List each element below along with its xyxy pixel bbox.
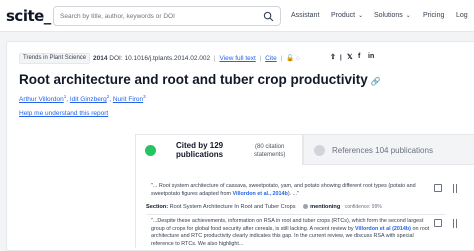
author-link[interactable]: Arthur Villordon	[19, 96, 64, 103]
article-meta: 2014 DOI: 10.1016/j.tplants.2014.02.002 …	[93, 54, 300, 62]
author-link[interactable]: Idit Ginzberg	[70, 96, 107, 103]
separator: |	[280, 55, 283, 62]
nav-login[interactable]: Log	[456, 12, 468, 19]
tab-references[interactable]: References 104 publications	[303, 134, 474, 165]
nav-assistant[interactable]: Assistant	[291, 12, 319, 19]
author-link[interactable]: Nurit Firon	[113, 96, 143, 103]
facebook-icon[interactable]: f	[358, 53, 360, 60]
cite-link[interactable]: Cite	[265, 55, 277, 62]
citation-excerpt: "...Despite these achievements, informat…	[151, 218, 430, 247]
references-label: References 104 publications	[332, 146, 433, 155]
linkedin-icon[interactable]: in	[368, 53, 374, 60]
mentioning-badge[interactable]: mentioning	[303, 204, 340, 210]
journal-badge[interactable]: Trends in Plant Science	[19, 53, 91, 64]
separator: |	[213, 55, 216, 62]
search-icon[interactable]	[263, 11, 274, 22]
top-navigation-bar: scite_ Assistant Product⌄ Solutions⌄ Pri…	[0, 0, 474, 32]
help-understand-link[interactable]: Help me understand this report	[19, 110, 108, 117]
chevron-down-icon: ⌄	[358, 13, 364, 19]
cited-by-label: Cited by 129 publications	[176, 141, 224, 159]
quote-icon	[145, 145, 156, 156]
citation-section: Section: Root System Architecture In Roo…	[146, 204, 382, 210]
doi-text[interactable]: DOI: 10.1016/j.tplants.2014.02.002	[109, 55, 210, 62]
more-options-icon[interactable]	[453, 184, 457, 193]
nav-pricing[interactable]: Pricing	[423, 12, 444, 19]
twitter-icon[interactable]: 𝕏	[347, 53, 353, 61]
author-affiliation-number: 2	[106, 94, 110, 99]
view-full-text-link[interactable]: View full text	[219, 55, 255, 62]
link-icon[interactable]: 🔗	[371, 77, 381, 86]
more-options-icon[interactable]	[453, 219, 457, 228]
copy-icon[interactable]	[434, 219, 442, 227]
citation-highlight[interactable]: Villordon et al (2014b)	[355, 226, 411, 232]
nav-product[interactable]: Product ⌄	[331, 12, 363, 19]
result-divider	[146, 214, 446, 215]
publication-year: 2014	[93, 55, 108, 62]
loading-icon: ◌	[295, 55, 300, 62]
lock-icon: 🔓	[286, 55, 295, 62]
mentioning-dot-icon	[303, 204, 309, 210]
article-title: Root architecture and root and tuber cro…	[19, 72, 381, 87]
copy-icon[interactable]	[434, 184, 442, 192]
separator: |	[259, 55, 262, 62]
chevron-down-icon: ⌄	[405, 13, 411, 19]
citation-tabs: Cited by 129 publications (80 citation st…	[135, 134, 474, 165]
nav-solutions[interactable]: Solutions ⌄	[374, 12, 411, 19]
confidence-score: confidence: 99%	[344, 204, 382, 210]
author-affiliation-number: 1	[63, 94, 67, 99]
document-icon	[314, 145, 325, 156]
tab-cited-by[interactable]: Cited by 129 publications (80 citation st…	[135, 134, 303, 165]
divider-icon: |	[340, 55, 342, 61]
citation-statements-count: (80 citation statements)	[254, 144, 286, 158]
citation-excerpt: "... Root system architecture of cassava…	[151, 183, 416, 197]
share-icon[interactable]: ⇧	[330, 53, 336, 61]
author-list: Arthur Villordon1, Idit Ginzberg2, Nurit…	[19, 94, 146, 104]
search-input[interactable]	[60, 10, 260, 23]
citation-highlight[interactable]: Villordon et al., 2014b	[233, 191, 288, 197]
author-affiliation-number: 3	[143, 94, 146, 99]
search-box[interactable]	[53, 6, 281, 26]
scite-logo[interactable]: scite_	[6, 7, 51, 25]
